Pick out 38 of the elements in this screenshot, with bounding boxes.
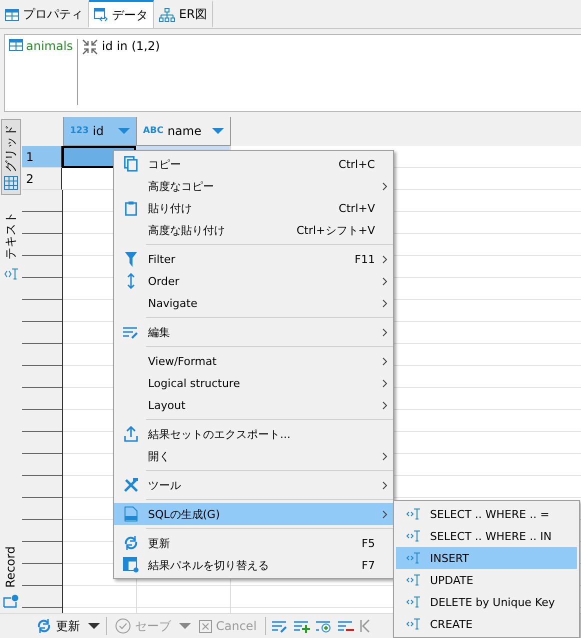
type-label: 123: [70, 126, 89, 136]
menu-item[interactable]: SELECT .. WHERE .. IN: [396, 525, 577, 547]
column-header[interactable]: ABC name: [137, 117, 231, 146]
menu-item[interactable]: 開く: [114, 445, 393, 467]
menu-item[interactable]: Filter F11: [114, 248, 393, 270]
side-tab[interactable]: Record: [1, 539, 21, 613]
menu-item[interactable]: 編集: [114, 321, 393, 343]
menu-item[interactable]: ツール: [114, 474, 393, 496]
column-name: name: [167, 124, 202, 138]
tab[interactable]: データ: [89, 0, 154, 28]
refresh-button[interactable]: 更新: [34, 618, 82, 634]
menu-item[interactable]: SQLの生成(G): [114, 503, 393, 525]
menu-item[interactable]: コピー Ctrl+C: [114, 153, 393, 175]
table-name: animals: [26, 39, 73, 53]
menu-item[interactable]: 結果セットのエクスポート...: [114, 423, 393, 445]
row-number[interactable]: 2: [22, 168, 62, 190]
menu-item[interactable]: View/Format: [114, 350, 393, 372]
menu-item[interactable]: Layout: [114, 394, 393, 416]
column-name: id: [92, 124, 104, 138]
menu-item[interactable]: 高度な貼り付け Ctrl+シフト+V: [114, 219, 393, 241]
row-number[interactable]: 1: [22, 146, 62, 168]
menu-item[interactable]: SELECT .. WHERE .. =: [396, 503, 577, 525]
side-tab[interactable]: グリッド: [1, 119, 21, 195]
menu-item[interactable]: INSERT: [396, 547, 577, 569]
menu-item[interactable]: 更新 F5: [114, 532, 393, 554]
menu-item[interactable]: 貼り付け Ctrl+V: [114, 197, 393, 219]
menu-item[interactable]: 結果パネルを切り替える F7: [114, 554, 393, 576]
menu-item[interactable]: UPDATE: [396, 569, 577, 591]
menu-item[interactable]: Navigate: [114, 292, 393, 314]
menu-item[interactable]: 高度なコピー: [114, 175, 393, 197]
type-label: ABC: [143, 126, 164, 136]
filter-expression: id in (1,2): [102, 39, 160, 55]
menu-item[interactable]: Logical structure: [114, 372, 393, 394]
column-header[interactable]: 123 id: [63, 117, 137, 146]
side-tab[interactable]: テキスト: [1, 201, 21, 285]
menu-item[interactable]: Order: [114, 270, 393, 292]
menu-item[interactable]: CREATE: [396, 613, 577, 635]
menu-item[interactable]: DELETE by Unique Key: [396, 591, 577, 613]
